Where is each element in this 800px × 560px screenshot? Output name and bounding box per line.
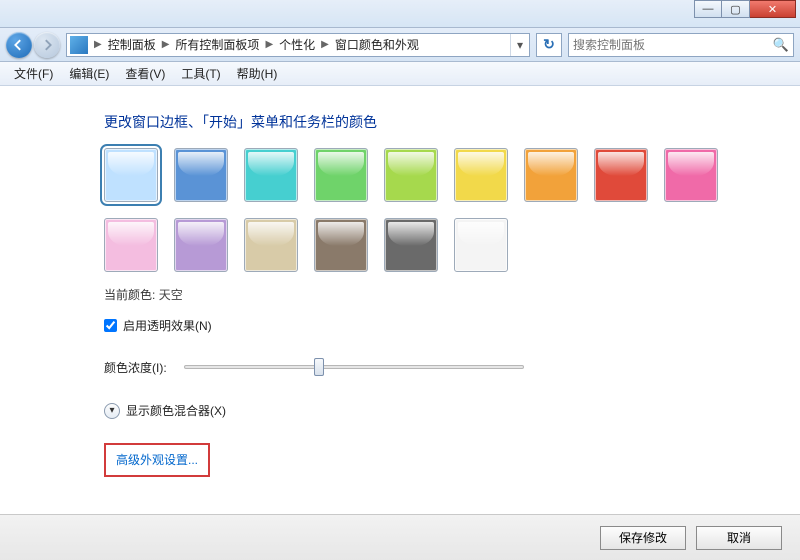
intensity-label: 颜色浓度(I): (104, 359, 184, 376)
color-swatch[interactable] (104, 218, 158, 272)
breadcrumb-item[interactable]: 窗口颜色和外观 (333, 36, 421, 53)
nav-buttons (6, 32, 60, 58)
chevron-right-icon: ▶ (261, 39, 277, 50)
color-swatch[interactable] (314, 218, 368, 272)
forward-button[interactable] (34, 32, 60, 58)
color-swatch[interactable] (244, 218, 298, 272)
intensity-slider[interactable] (184, 358, 524, 376)
page-title: 更改窗口边框、「开始」菜单和任务栏的颜色 (104, 112, 800, 132)
maximize-button[interactable]: ▢ (722, 0, 750, 18)
cancel-button[interactable]: 取消 (696, 526, 782, 550)
color-swatch[interactable] (594, 148, 648, 202)
breadcrumb-item[interactable]: 控制面板 (106, 36, 158, 53)
menu-bar: 文件(F) 编辑(E) 查看(V) 工具(T) 帮助(H) (0, 62, 800, 86)
transparency-row: 启用透明效果(N) (104, 317, 800, 334)
breadcrumb[interactable]: ▶ 控制面板 ▶ 所有控制面板项 ▶ 个性化 ▶ 窗口颜色和外观 ▾ (66, 33, 530, 57)
color-swatch[interactable] (664, 148, 718, 202)
color-swatch[interactable] (454, 218, 508, 272)
slider-thumb[interactable] (314, 358, 324, 376)
search-box[interactable]: 🔍 (568, 33, 794, 57)
navigation-bar: ▶ 控制面板 ▶ 所有控制面板项 ▶ 个性化 ▶ 窗口颜色和外观 ▾ ↻ 🔍 (0, 28, 800, 62)
color-swatch[interactable] (104, 148, 158, 202)
advanced-link-highlight: 高级外观设置... (104, 443, 210, 477)
close-button[interactable]: ✕ (750, 0, 796, 18)
menu-tools[interactable]: 工具(T) (173, 63, 228, 84)
color-swatch[interactable] (174, 148, 228, 202)
color-mixer-label: 显示颜色混合器(X) (126, 402, 226, 419)
menu-file[interactable]: 文件(F) (6, 63, 61, 84)
window-titlebar: — ▢ ✕ (0, 0, 800, 28)
chevron-right-icon: ▶ (317, 39, 333, 50)
maximize-icon: ▢ (730, 3, 740, 16)
search-icon: 🔍 (773, 37, 789, 53)
current-color-row: 当前颜色: 天空 (104, 286, 800, 303)
back-button[interactable] (6, 32, 32, 58)
color-swatch[interactable] (384, 148, 438, 202)
menu-edit[interactable]: 编辑(E) (61, 63, 117, 84)
advanced-appearance-link[interactable]: 高级外观设置... (116, 453, 198, 467)
color-swatch[interactable] (314, 148, 368, 202)
color-swatch-grid (104, 148, 724, 272)
current-color-label: 当前颜色: (104, 288, 155, 302)
color-swatch[interactable] (524, 148, 578, 202)
menu-view[interactable]: 查看(V) (117, 63, 173, 84)
color-swatch[interactable] (244, 148, 298, 202)
chevron-right-icon: ▶ (158, 39, 174, 50)
chevron-right-icon: ▶ (90, 39, 106, 50)
transparency-checkbox[interactable] (104, 319, 117, 332)
chevron-down-icon: ▾ (104, 403, 120, 419)
minimize-button[interactable]: — (694, 0, 722, 18)
control-panel-icon (70, 36, 88, 54)
save-button[interactable]: 保存修改 (600, 526, 686, 550)
command-bar: 保存修改 取消 (0, 514, 800, 560)
current-color-value: 天空 (159, 288, 183, 302)
transparency-label[interactable]: 启用透明效果(N) (123, 317, 212, 334)
breadcrumb-item[interactable]: 所有控制面板项 (173, 36, 261, 53)
menu-help[interactable]: 帮助(H) (229, 63, 286, 84)
close-icon: ✕ (768, 3, 777, 16)
breadcrumb-item[interactable]: 个性化 (277, 36, 317, 53)
minimize-icon: — (703, 3, 714, 15)
refresh-icon: ↻ (543, 36, 555, 53)
content-area: 更改窗口边框、「开始」菜单和任务栏的颜色 当前颜色: 天空 启用透明效果(N) … (0, 86, 800, 514)
refresh-button[interactable]: ↻ (536, 33, 562, 57)
window-buttons: — ▢ ✕ (694, 0, 796, 18)
color-swatch[interactable] (454, 148, 508, 202)
breadcrumb-dropdown[interactable]: ▾ (510, 34, 529, 56)
search-input[interactable] (573, 38, 773, 52)
intensity-row: 颜色浓度(I): (104, 358, 800, 376)
color-swatch[interactable] (174, 218, 228, 272)
color-mixer-row[interactable]: ▾ 显示颜色混合器(X) (104, 402, 800, 419)
color-swatch[interactable] (384, 218, 438, 272)
slider-track (184, 365, 524, 369)
